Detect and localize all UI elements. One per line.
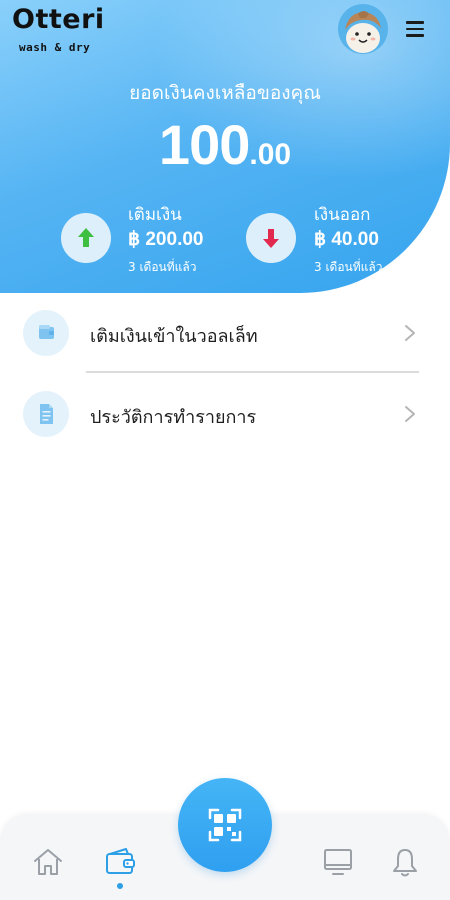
balance-amount: 100.00 xyxy=(0,112,450,177)
menu-item-topup-wallet[interactable]: เติมเงินเข้าในวอลเล็ท xyxy=(0,303,450,363)
chevron-right-icon xyxy=(401,404,419,424)
menu-item-label: ประวัติการทำรายการ xyxy=(90,407,257,428)
wallet-icon[interactable] xyxy=(102,844,138,880)
menu-item-transaction-history[interactable]: ประวัติการทำรายการ xyxy=(0,384,450,444)
qr-scan-button[interactable] xyxy=(178,778,272,872)
menu-item-label: เติมเงินเข้าในวอลเล็ท xyxy=(90,326,258,347)
topup-title: เติมเงิน xyxy=(128,205,182,225)
topup-amount: ฿ 200.00 xyxy=(128,229,204,250)
topup-time: 3 เดือนที่แล้ว xyxy=(128,260,197,274)
menu-divider xyxy=(86,371,419,373)
chevron-right-icon xyxy=(401,323,419,343)
brand-logo: Otteri wash & dry xyxy=(12,4,112,56)
withdraw-title: เงินออก xyxy=(314,205,371,225)
qr-scan-icon xyxy=(208,808,242,842)
hamburger-menu-icon[interactable] xyxy=(402,16,428,42)
document-icon xyxy=(23,391,69,437)
active-indicator xyxy=(117,883,123,889)
home-icon[interactable] xyxy=(30,844,66,880)
balance-label: ยอดเงินคงเหลือของคุณ xyxy=(129,82,321,104)
withdraw-time: 3 เดือนที่แล้ว xyxy=(314,260,383,274)
brand-tagline: wash & dry xyxy=(19,41,91,54)
bell-icon[interactable] xyxy=(387,844,423,880)
withdraw-amount: ฿ 40.00 xyxy=(314,229,379,250)
balance-decimal: .00 xyxy=(249,138,292,171)
wallet-icon xyxy=(23,310,69,356)
brand-name: Otteri xyxy=(12,4,105,35)
computer-icon[interactable] xyxy=(320,844,356,880)
balance-integer: 100 xyxy=(158,113,250,176)
arrow-down-icon xyxy=(246,213,296,263)
arrow-up-icon xyxy=(61,213,111,263)
avatar[interactable] xyxy=(338,4,388,54)
